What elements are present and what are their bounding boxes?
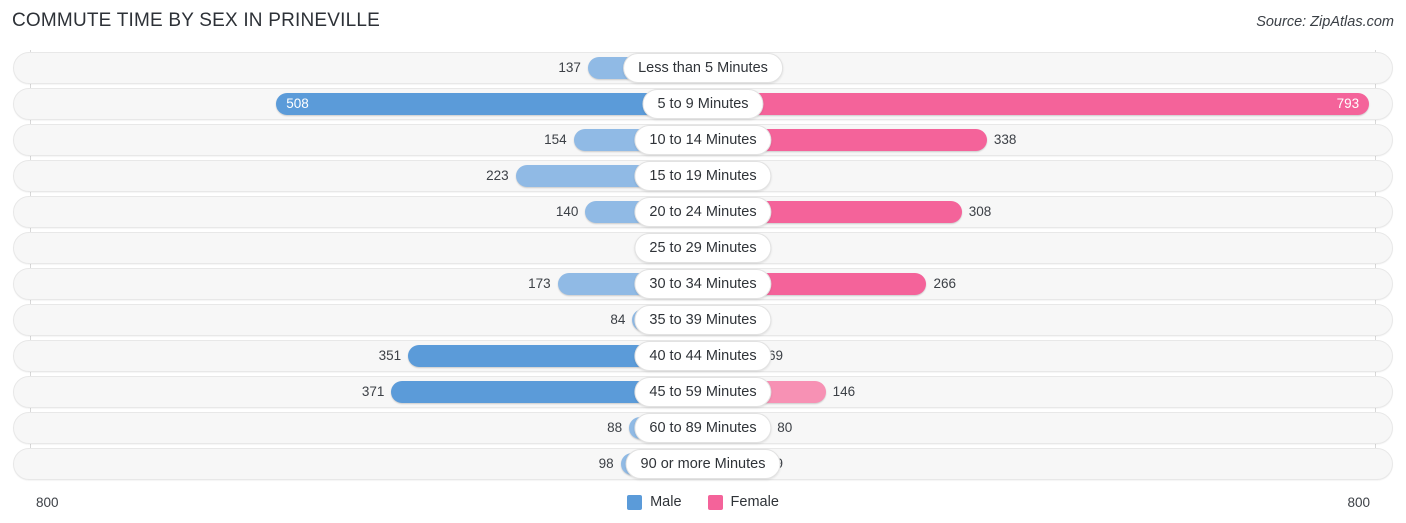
chart-page: COMMUTE TIME BY SEX IN PRINEVILLE Source… xyxy=(0,0,1406,523)
bar-value-female: 338 xyxy=(993,132,1017,147)
bar-row: 371 146 45 to 59 Minutes xyxy=(0,374,1406,410)
category-label: 45 to 59 Minutes xyxy=(634,377,772,407)
category-label: 60 to 89 Minutes xyxy=(634,413,772,443)
chart-plot-area: 13723Less than 5 Minutes 508 793 5 to 9 Min… xyxy=(0,50,1406,484)
bar-row: 173 266 30 to 34 Minutes xyxy=(0,266,1406,302)
category-label: 90 or more Minutes xyxy=(625,449,781,479)
legend-item[interactable]: Female xyxy=(707,494,779,510)
bar-row: 2235315 to 19 Minutes xyxy=(0,158,1406,194)
bar-row: 508 793 5 to 9 Minutes xyxy=(0,86,1406,122)
bar-value-male: 508 xyxy=(286,96,309,111)
bar-row: 13723Less than 5 Minutes xyxy=(0,50,1406,86)
category-label: Less than 5 Minutes xyxy=(623,53,783,83)
bar-value-female: 266 xyxy=(933,276,956,291)
legend-swatch-icon xyxy=(627,494,643,510)
bar-value-female: 146 xyxy=(832,384,856,399)
bar-value-male: 84 xyxy=(610,312,626,327)
legend-label: Male xyxy=(650,494,682,510)
bar-male[interactable]: 508 xyxy=(276,93,703,115)
bar-row: 986990 or more Minutes xyxy=(0,446,1406,482)
bar-value-male: 98 xyxy=(598,456,614,471)
bar-value-female: 80 xyxy=(777,420,793,435)
bar-value-male: 140 xyxy=(555,204,579,219)
category-label: 30 to 34 Minutes xyxy=(634,269,772,299)
category-label: 40 to 44 Minutes xyxy=(634,341,772,371)
bar-row: 351 69 40 to 44 Minutes xyxy=(0,338,1406,374)
bar-value-male: 371 xyxy=(361,384,385,399)
bar-row: 154 338 10 to 14 Minutes xyxy=(0,122,1406,158)
bar-row: 88 80 60 to 89 Minutes xyxy=(0,410,1406,446)
category-label: 5 to 9 Minutes xyxy=(642,89,764,119)
bar-female[interactable]: 793 xyxy=(703,93,1370,115)
bar-value-male: 154 xyxy=(544,132,567,147)
bar-row: 193725 to 29 Minutes xyxy=(0,230,1406,266)
bar-row: 844435 to 39 Minutes xyxy=(0,302,1406,338)
legend-item[interactable]: Male xyxy=(627,494,682,510)
bar-value-male: 137 xyxy=(558,60,581,75)
category-label: 25 to 29 Minutes xyxy=(634,233,772,263)
bar-value-female: 308 xyxy=(968,204,992,219)
chart-footer: 800 800 Male Female xyxy=(0,489,1406,523)
page-title: COMMUTE TIME BY SEX IN PRINEVILLE xyxy=(12,10,381,31)
legend-swatch-icon xyxy=(707,494,723,510)
category-label: 15 to 19 Minutes xyxy=(634,161,772,191)
bar-rows: 13723Less than 5 Minutes 508 793 5 to 9 Min… xyxy=(0,50,1406,482)
bar-value-female: 793 xyxy=(1336,96,1360,111)
category-label: 35 to 39 Minutes xyxy=(634,305,772,335)
bar-value-male: 88 xyxy=(607,420,623,435)
legend-label: Female xyxy=(730,494,779,510)
bar-value-male: 223 xyxy=(486,168,509,183)
category-label: 20 to 24 Minutes xyxy=(634,197,772,227)
bar-value-male: 351 xyxy=(378,348,402,363)
category-label: 10 to 14 Minutes xyxy=(634,125,772,155)
source-attribution: Source: ZipAtlas.com xyxy=(1256,14,1394,30)
bar-value-male: 173 xyxy=(528,276,551,291)
chart-legend: Male Female xyxy=(0,494,1406,510)
bar-row: 140 308 20 to 24 Minutes xyxy=(0,194,1406,230)
